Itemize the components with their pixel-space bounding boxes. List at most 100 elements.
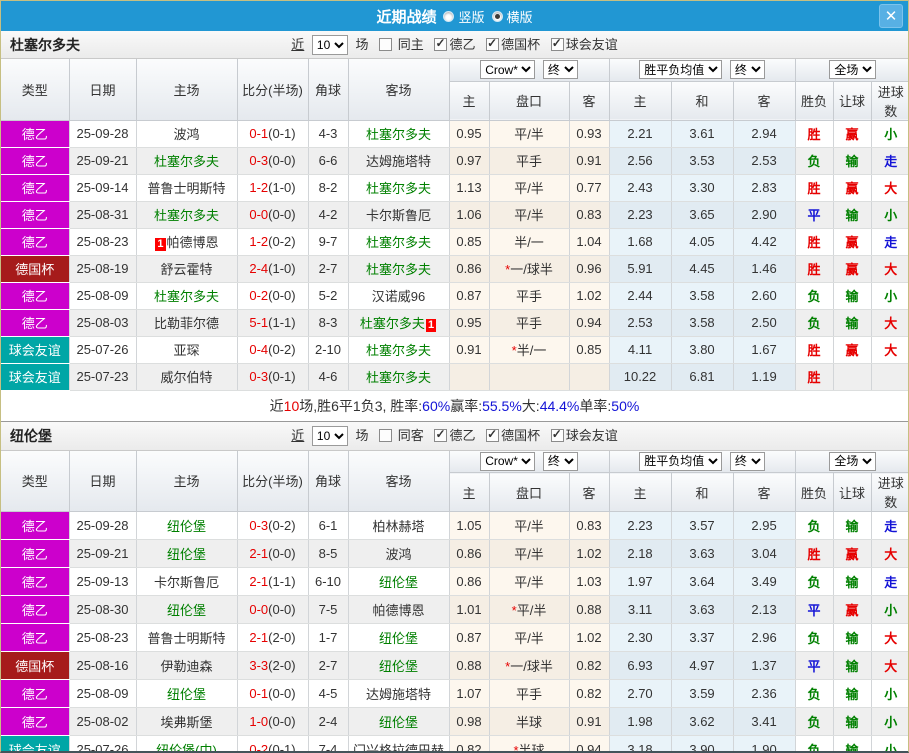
odds-away-cell: 1.02	[569, 282, 610, 310]
same-venue-label: 同主	[397, 36, 424, 52]
close-button[interactable]: ✕	[879, 4, 903, 28]
match-count-select[interactable]: 10	[311, 426, 348, 447]
sub-handicap: 盘口	[489, 81, 570, 121]
wdl-avg-select[interactable]: 胜平负均值	[639, 60, 723, 80]
fulltime-select[interactable]: 全场	[829, 60, 877, 80]
sub-avg-draw: 和	[671, 81, 734, 121]
odds-stage-select[interactable]: 终	[542, 60, 578, 80]
outcome-cell: 负	[795, 623, 834, 652]
type-cell: 德乙	[1, 201, 70, 229]
section-bar-duesseldorf: 近 10 场 同主 德乙 德国杯 球会友谊 杜塞尔多夫	[1, 31, 908, 59]
odds-away-cell: 1.03	[569, 567, 610, 596]
type-cell: 德国杯	[1, 255, 70, 283]
avg-win-cell: 2.23	[609, 201, 672, 229]
odds-home-cell: 0.85	[449, 228, 490, 256]
match-row: 德乙 25-08-23 普鲁士明斯特 2-1(2-0) 1-7 纽伦堡 0.87 平/半 1.0…	[1, 623, 908, 652]
table-header: 类型 日期 主场 比分(半场) 角球 客场 Crow* 终 胜平负均值 终 全场	[1, 450, 908, 512]
table-header: 类型 日期 主场 比分(半场) 角球 客场 Crow* 终 胜平负均值 终 全场	[1, 59, 908, 121]
sub-outcome: 胜负	[795, 81, 834, 121]
fulltime-group: 全场	[795, 59, 908, 82]
handicap-outcome-cell: 赢	[833, 336, 872, 364]
wdl-avg-select[interactable]: 胜平负均值	[639, 451, 723, 471]
away-team-cell: 汉诺威96	[348, 282, 450, 310]
page-title: 近期战绩	[376, 8, 437, 26]
home-team-cell: 纽伦堡	[136, 539, 238, 568]
layout-radio-vertical[interactable]: 竖版	[443, 7, 485, 26]
avg-win-cell: 4.11	[609, 336, 672, 364]
avg-win-cell: 2.43	[609, 174, 672, 202]
odds-home-cell: 0.98	[449, 707, 490, 736]
odds-stage-select[interactable]: 终	[542, 451, 578, 471]
avg-win-cell: 1.97	[609, 567, 672, 596]
filter-friendly-checkbox[interactable]	[550, 36, 564, 51]
type-cell: 德乙	[1, 174, 70, 202]
match-row: 球会友谊 25-07-26 纽伦堡(中) 0-2(0-1) 7-4 门兴格拉德巴赫 0.82…	[1, 735, 908, 751]
score-cell: 0-0(0-0)	[237, 595, 309, 624]
bookmaker-group: Crow* 终	[449, 450, 610, 473]
score-cell: 0-3(0-2)	[237, 511, 309, 540]
filter-league2-checkbox[interactable]	[434, 36, 448, 51]
handicap-cell: 平/半	[489, 567, 570, 596]
match-row: 德国杯 25-08-16 伊勒迪森 3-3(2-0) 2-7 纽伦堡 0.88 *一/球半 0.…	[1, 651, 908, 680]
same-venue-checkbox[interactable]	[379, 428, 393, 442]
home-team-cell: 埃弗斯堡	[136, 707, 238, 736]
score-cell: 0-4(0-2)	[237, 336, 309, 364]
col-type: 类型	[1, 59, 70, 121]
avg-lose-cell: 2.90	[733, 201, 796, 229]
type-cell: 德乙	[1, 309, 70, 337]
avg-draw-cell: 3.80	[671, 336, 734, 364]
section-bar-nuernberg: 近 10 场 同客 德乙 德国杯 球会友谊 纽伦堡	[1, 420, 908, 451]
odds-away-cell: 0.91	[569, 707, 610, 736]
home-team-cell: 纽伦堡	[136, 595, 238, 624]
match-row: 德乙 25-08-31 杜塞尔多夫 0-0(0-0) 4-2 卡尔斯鲁厄 1.06 平/半 0.…	[1, 201, 908, 229]
outcome-cell: 负	[795, 707, 834, 736]
avg-win-cell: 2.70	[609, 679, 672, 708]
odds-home-cell: 0.88	[449, 651, 490, 680]
odds-home-cell: 0.86	[449, 539, 490, 568]
sub-avg-lose: 客	[733, 81, 796, 121]
goals-outcome-cell: 走	[871, 567, 908, 596]
col-date: 日期	[69, 450, 137, 512]
home-team-cell: 亚琛	[136, 336, 238, 364]
avg-win-cell: 6.93	[609, 651, 672, 680]
handicap-outcome-cell: 赢	[833, 539, 872, 568]
wdl-stage-select[interactable]: 终	[729, 451, 765, 471]
avg-draw-cell: 3.90	[671, 735, 734, 751]
col-away: 客场	[348, 450, 450, 512]
bookmaker-select[interactable]: Crow*	[480, 451, 536, 471]
sub-avg-draw: 和	[671, 472, 734, 512]
match-count-select[interactable]: 10	[311, 35, 348, 56]
type-cell: 德乙	[1, 623, 70, 652]
avg-draw-cell: 3.62	[671, 707, 734, 736]
handicap-outcome-cell: 输	[833, 282, 872, 310]
avg-win-cell: 2.56	[609, 147, 672, 175]
avg-draw-cell: 3.58	[671, 282, 734, 310]
date-cell: 25-07-23	[69, 363, 137, 391]
same-venue-checkbox[interactable]	[379, 37, 393, 51]
wdl-avg-group: 胜平负均值 终	[609, 59, 796, 82]
corners-cell: 1-7	[308, 623, 349, 652]
handicap-cell: *一/球半	[489, 255, 570, 283]
outcome-cell: 平	[795, 201, 834, 229]
filter-league2-checkbox[interactable]	[434, 427, 448, 442]
handicap-cell: 平手	[489, 147, 570, 175]
odds-home-cell: 1.07	[449, 679, 490, 708]
wdl-stage-select[interactable]: 终	[729, 60, 765, 80]
odds-away-cell: 0.82	[569, 651, 610, 680]
filter-friendly-checkbox[interactable]	[550, 427, 564, 442]
goals-outcome-cell: 小	[871, 679, 908, 708]
outcome-cell: 胜	[795, 363, 834, 391]
corners-cell: 2-7	[308, 255, 349, 283]
team-name: 纽伦堡	[10, 427, 52, 444]
fulltime-select[interactable]: 全场	[829, 451, 877, 471]
avg-lose-cell: 3.04	[733, 539, 796, 568]
odds-away-cell: 1.04	[569, 228, 610, 256]
bookmaker-select[interactable]: Crow*	[480, 60, 536, 80]
filter-cup-checkbox[interactable]	[486, 427, 500, 442]
avg-lose-cell: 4.42	[733, 228, 796, 256]
type-cell: 德乙	[1, 679, 70, 708]
layout-radio-horizontal[interactable]: 横版	[491, 7, 533, 26]
sub-avg-win: 主	[609, 81, 672, 121]
odds-away-cell: 0.96	[569, 255, 610, 283]
filter-cup-checkbox[interactable]	[486, 36, 500, 51]
